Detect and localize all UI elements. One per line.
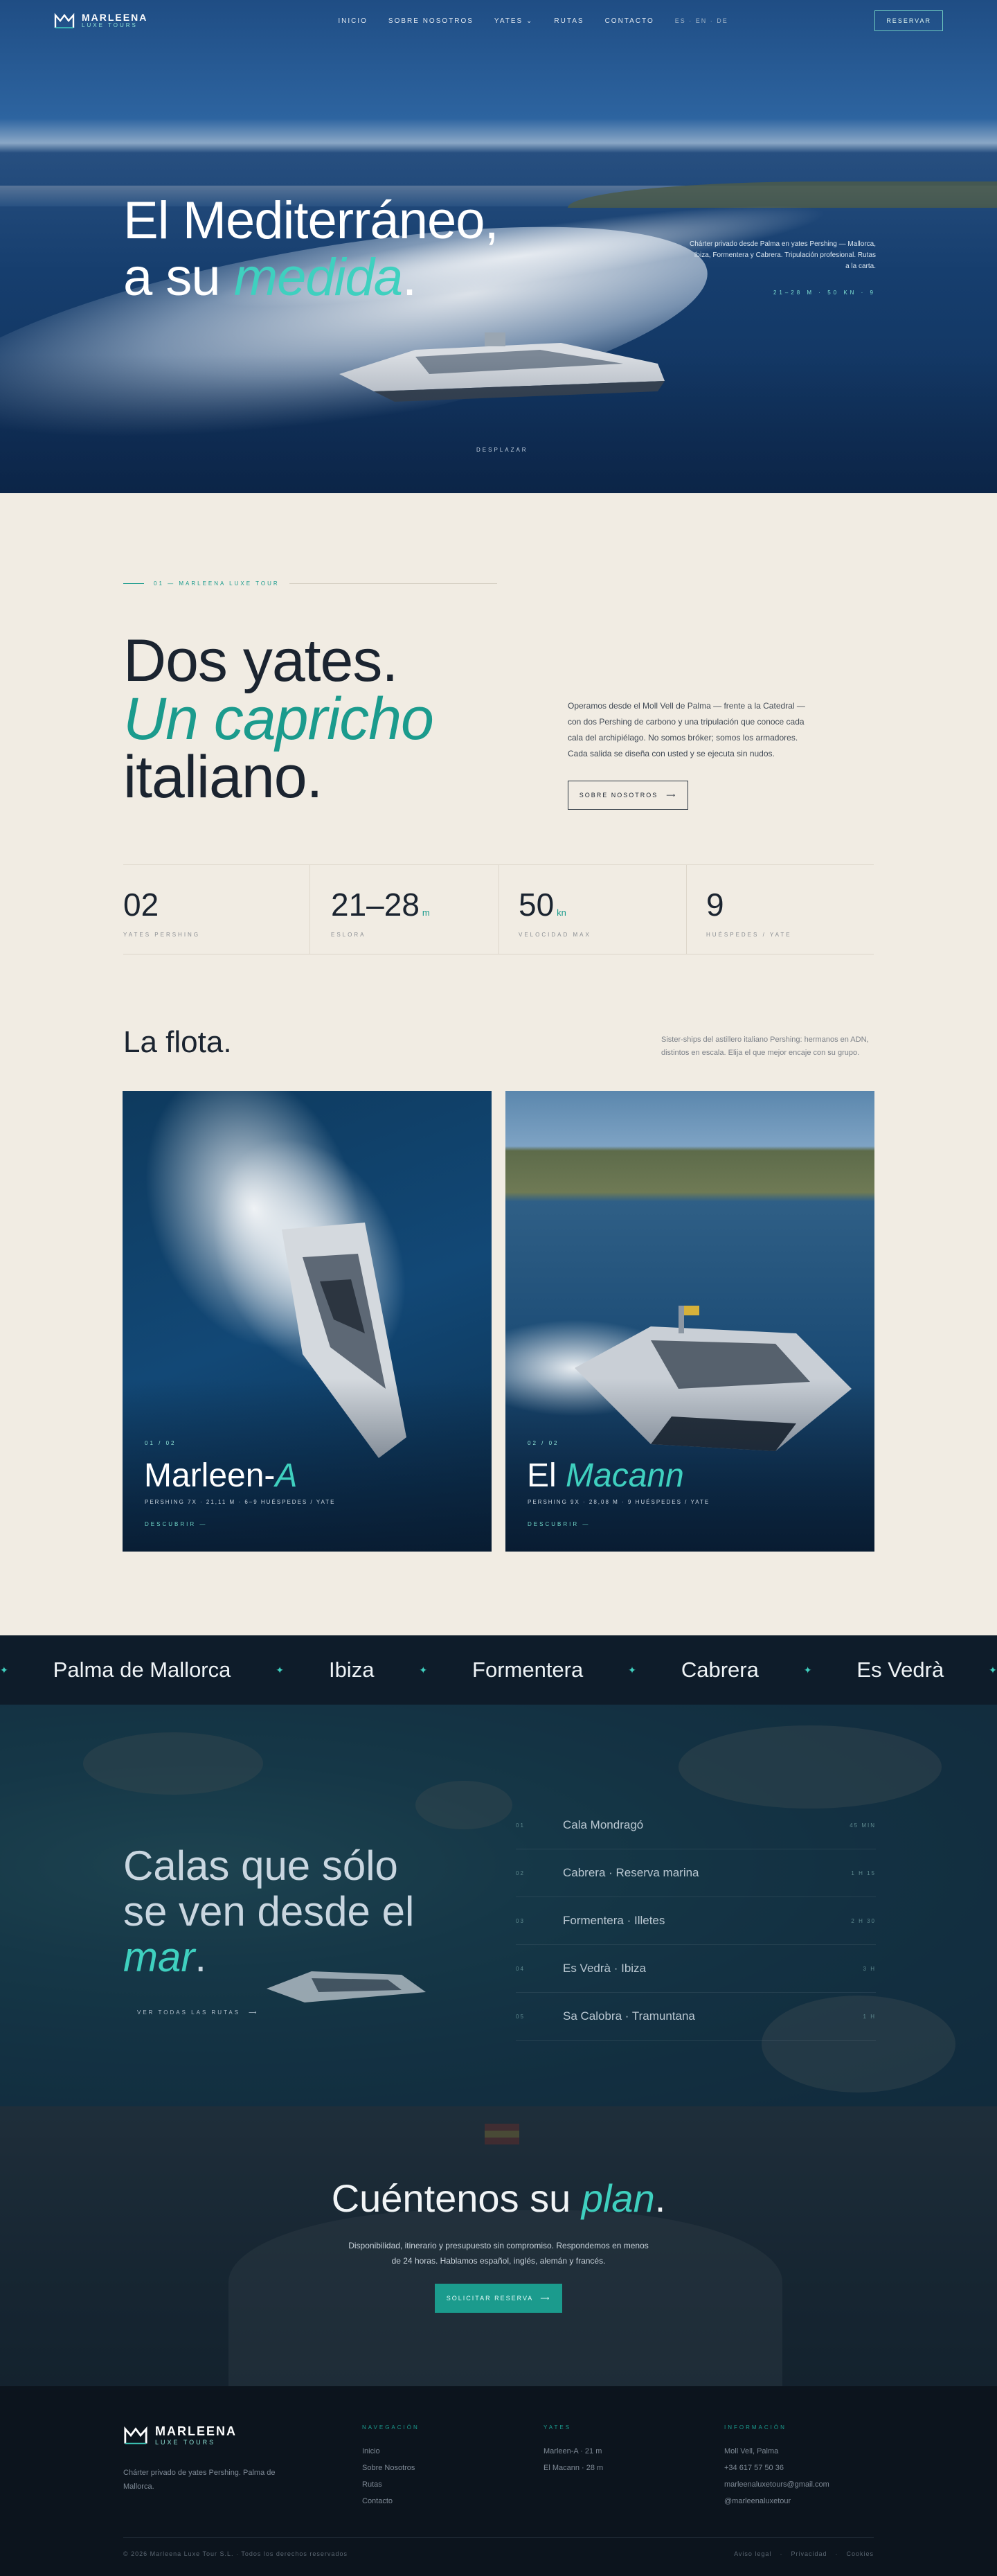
star-icon: ✦ bbox=[628, 1664, 636, 1676]
card-number: 01 / 02 bbox=[145, 1440, 177, 1446]
scroll-indicator[interactable]: DESPLAZAR bbox=[476, 447, 528, 453]
footer-nav-column: NAVEGACIÓN Inicio Sobre Nosotros Rutas C… bbox=[362, 2424, 420, 2510]
stat-item: 21–28 m ESLORA bbox=[310, 865, 499, 954]
nav-link-inicio[interactable]: INICIO bbox=[338, 17, 368, 25]
contact-cta-section: Cuéntenos su plan. Disponibilidad, itine… bbox=[0, 2106, 997, 2386]
route-item[interactable]: 05 Sa Calobra · Tramuntana 1 H bbox=[516, 1993, 876, 2041]
hero-title: El Mediterráneo, a su medida. bbox=[123, 191, 499, 307]
star-icon: ✦ bbox=[419, 1664, 428, 1676]
footer-instagram[interactable]: @marleenaluxetour bbox=[724, 2493, 829, 2510]
stat-item: 02 YATES PERSHING bbox=[123, 865, 310, 954]
nav-link-yates[interactable]: YATES ⌄ bbox=[494, 17, 533, 25]
logo-mark-icon bbox=[54, 12, 75, 28]
hero-side-text: Chárter privado desde Palma en yates Per… bbox=[689, 239, 876, 299]
discover-link[interactable]: DESCUBRIR — bbox=[528, 1521, 590, 1527]
legal-link[interactable]: Aviso legal bbox=[734, 2550, 771, 2557]
footer-address: Moll Vell, Palma bbox=[724, 2447, 779, 2455]
star-icon: ✦ bbox=[276, 1664, 285, 1676]
all-routes-link[interactable]: VER TODAS LAS RUTAS ⟶ bbox=[137, 2009, 259, 2016]
footer-yachts-column: YATES Marleen-A · 21 m El Macann · 28 m bbox=[544, 2424, 603, 2476]
star-icon: ✦ bbox=[803, 1664, 812, 1676]
yacht-card-marleen-a[interactable]: 01 / 02 Marleen-A PERSHING 7X · 21,11 M … bbox=[123, 1091, 492, 1552]
nav-link-rutas[interactable]: RUTAS bbox=[554, 17, 584, 25]
card-title: Marleen-A bbox=[144, 1457, 298, 1494]
stat-item: 50 kn VELOCIDAD MAX bbox=[499, 865, 687, 954]
destination-item: Cabrera bbox=[681, 1658, 759, 1682]
intro-heading: Dos yates. Un capricho italiano. bbox=[123, 628, 434, 810]
legal-links: Aviso legal · Privacidad · Cookies bbox=[734, 2550, 874, 2557]
arrow-right-icon: ⟶ bbox=[540, 2294, 551, 2302]
request-booking-button[interactable]: SOLICITAR RESERVA ⟶ bbox=[435, 2284, 562, 2313]
hero-section: MARLEENA LUXE TOURS INICIO SOBRE NOSOTRO… bbox=[0, 0, 997, 493]
route-item[interactable]: 04 Es Vedrà · Ibiza 3 H bbox=[516, 1945, 876, 1993]
nav-link-sobre-nosotros[interactable]: SOBRE NOSOTROS bbox=[388, 17, 474, 25]
line-arrow-icon: — bbox=[582, 1521, 591, 1527]
privacy-link[interactable]: Privacidad bbox=[791, 2550, 827, 2557]
arrow-right-icon: ⟶ bbox=[249, 2009, 259, 2016]
logo-subtitle: LUXE TOURS bbox=[82, 22, 138, 28]
footer-info-column: INFORMACIÓN Moll Vell, Palma +34 617 57 … bbox=[724, 2424, 829, 2510]
destination-item: Es Vedrà bbox=[856, 1658, 944, 1682]
route-item[interactable]: 03 Formentera · Illetes 2 H 30 bbox=[516, 1897, 876, 1945]
destination-item: Formentera bbox=[472, 1658, 584, 1682]
route-list: 01 Cala Mondragó 45 MIN 02 Cabrera · Reserv… bbox=[516, 1802, 876, 2041]
fleet-title: La flota. bbox=[123, 1025, 232, 1059]
reserve-button[interactable]: RESERVAR bbox=[874, 10, 943, 31]
footer-link[interactable]: Marleen-A · 21 m bbox=[544, 2443, 603, 2460]
line-arrow-icon: — bbox=[199, 1521, 208, 1527]
footer-link[interactable]: Contacto bbox=[362, 2493, 420, 2510]
star-icon: ✦ bbox=[0, 1664, 8, 1676]
footer-link[interactable]: Rutas bbox=[362, 2476, 420, 2493]
fleet-description: Sister-ships del astillero italiano Pers… bbox=[661, 1036, 869, 1057]
logo-mark-icon bbox=[124, 2426, 147, 2444]
section-eyebrow: 01 — MARLEENA LUXE TOUR bbox=[123, 580, 497, 587]
stats-row: 02 YATES PERSHING 21–28 m ESLORA 50 kn VEL… bbox=[123, 864, 874, 954]
footer: MARLEENA LUXE TOURS Chárter privado de y… bbox=[0, 2386, 997, 2576]
footer-phone[interactable]: +34 617 57 50 36 bbox=[724, 2460, 829, 2476]
yacht-card-el-macann[interactable]: 02 / 02 El Macann PERSHING 9X · 28,08 M … bbox=[505, 1091, 874, 1552]
nav-link-contacto[interactable]: CONTACTO bbox=[605, 17, 654, 25]
hero-meta: 21–28 M · 50 KN · 9 bbox=[773, 290, 876, 296]
card-specs: PERSHING 9X · 28,08 M · 9 HUÉSPEDES / YA… bbox=[528, 1499, 710, 1505]
top-nav: MARLEENA LUXE TOURS INICIO SOBRE NOSOTRO… bbox=[0, 0, 997, 42]
stat-item: 9 HUÉSPEDES / YATE bbox=[706, 887, 792, 938]
routes-section: Calas que sólo se ven desde el mar. VER … bbox=[0, 1705, 997, 2106]
destination-item: Palma de Mallorca bbox=[53, 1658, 231, 1682]
footer-link[interactable]: Inicio bbox=[362, 2443, 420, 2460]
footer-link[interactable]: El Macann · 28 m bbox=[544, 2460, 603, 2476]
about-us-button[interactable]: SOBRE NOSOTROS ⟶ bbox=[568, 781, 688, 810]
copyright: © 2026 Marleena Luxe Tour S.L. · Todos l… bbox=[123, 2550, 348, 2557]
footer-logo[interactable]: MARLEENA LUXE TOURS bbox=[123, 2424, 237, 2446]
main-menu: INICIO SOBRE NOSOTROS YATES ⌄ RUTAS CONT… bbox=[338, 17, 728, 25]
arrow-right-icon: ⟶ bbox=[666, 791, 677, 799]
star-icon: ✦ bbox=[989, 1664, 997, 1676]
logo[interactable]: MARLEENA LUXE TOURS bbox=[54, 12, 147, 29]
destinations-marquee: ✦ Palma de Mallorca ✦ Ibiza ✦ Formentera… bbox=[0, 1635, 997, 1705]
route-item[interactable]: 01 Cala Mondragó 45 MIN bbox=[516, 1802, 876, 1849]
cookies-link[interactable]: Cookies bbox=[846, 2550, 874, 2557]
footer-link[interactable]: Sobre Nosotros bbox=[362, 2460, 420, 2476]
destination-item: Ibiza bbox=[328, 1658, 375, 1682]
intro-description: Operamos desde el Moll Vell de Palma — f… bbox=[568, 701, 805, 758]
route-item[interactable]: 02 Cabrera · Reserva marina 1 H 15 bbox=[516, 1849, 876, 1897]
footer-tagline: Chárter privado de yates Pershing. Palma… bbox=[123, 2469, 276, 2491]
cta-title: Cuéntenos su plan. bbox=[331, 2176, 666, 2220]
card-specs: PERSHING 7X · 21,11 M · 6–9 HUÉSPEDES / … bbox=[145, 1499, 336, 1505]
cta-text: Disponibilidad, itinerario y presupuesto… bbox=[348, 2241, 649, 2266]
footer-email[interactable]: marleenaluxetours@gmail.com bbox=[724, 2476, 829, 2493]
routes-heading: Calas que sólo se ven desde el mar. bbox=[123, 1842, 415, 1980]
language-switcher[interactable]: ES · EN · DE bbox=[675, 17, 728, 24]
chevron-down-icon: ⌄ bbox=[526, 17, 534, 25]
intro-section: 01 — MARLEENA LUXE TOUR Dos yates. Un ca… bbox=[0, 493, 997, 1636]
card-number: 02 / 02 bbox=[528, 1440, 559, 1446]
discover-link[interactable]: DESCUBRIR — bbox=[145, 1521, 207, 1527]
footer-bottom-bar: © 2026 Marleena Luxe Tour S.L. · Todos l… bbox=[123, 2537, 874, 2557]
logo-name: MARLEENA bbox=[82, 12, 148, 23]
card-title: El Macann bbox=[527, 1457, 684, 1494]
